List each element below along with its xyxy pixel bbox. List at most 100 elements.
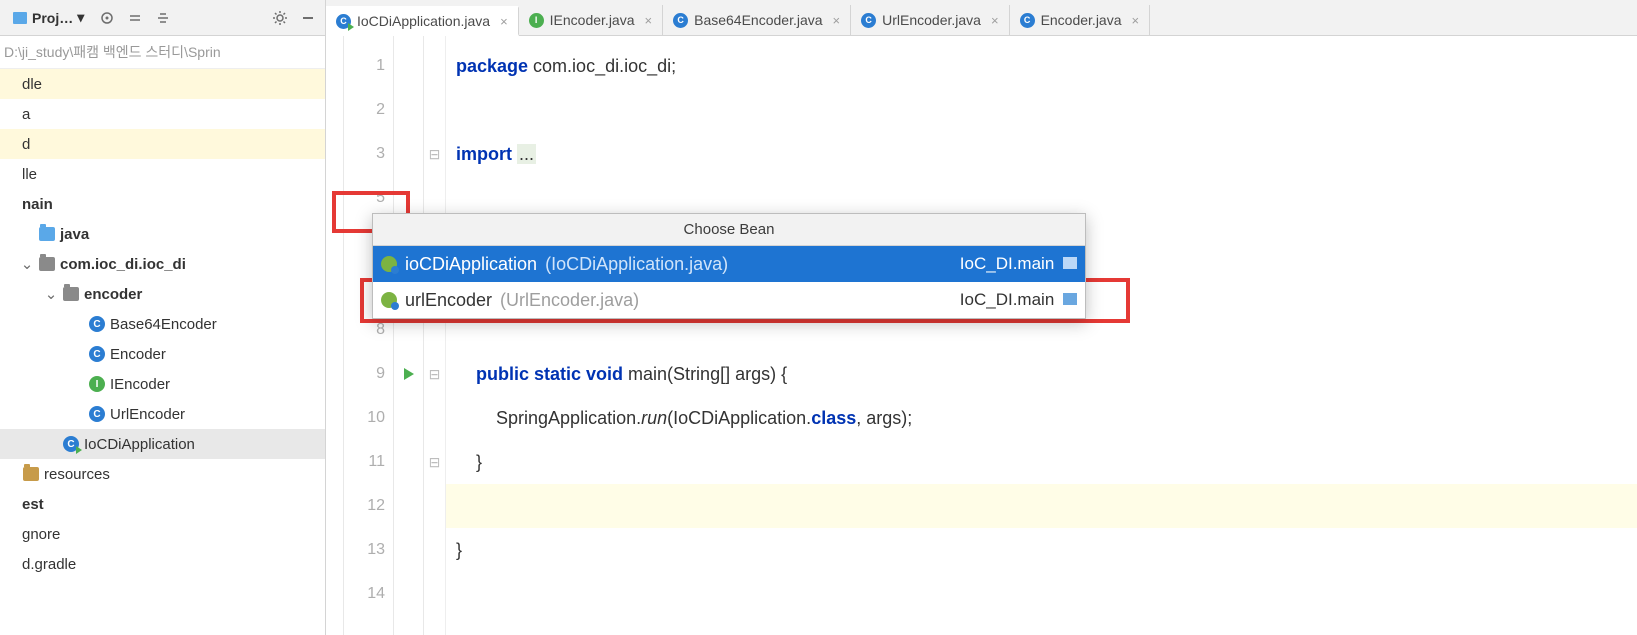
tab-label: Encoder.java xyxy=(1041,12,1122,28)
code-line[interactable]: } xyxy=(446,440,1637,484)
tree-item[interactable]: nain xyxy=(0,189,325,219)
tab-label: UrlEncoder.java xyxy=(882,12,981,28)
tree-item-package[interactable]: ⌄encoder xyxy=(0,279,325,309)
editor-tab-bar: CIoCDiApplication.java×IIEncoder.java×CB… xyxy=(326,0,1637,36)
line-number: 3 xyxy=(344,132,393,176)
tree-item-class[interactable]: CBase64Encoder xyxy=(0,309,325,339)
project-tree[interactable]: dleadllenainjava⌄com.ioc_di.ioc_di⌄encod… xyxy=(0,69,325,635)
tree-item[interactable]: est xyxy=(0,489,325,519)
tree-item[interactable]: d xyxy=(0,129,325,159)
project-tool-window-title[interactable]: Proj… ▾ xyxy=(6,7,90,28)
resources-folder-icon xyxy=(22,465,40,483)
interface-icon: I xyxy=(529,13,544,28)
class-icon: C xyxy=(673,13,688,28)
line-number: 10 xyxy=(344,396,393,440)
tree-item-label: dle xyxy=(22,76,42,93)
bean-name: urlEncoder xyxy=(405,290,492,311)
spring-bean-icon xyxy=(381,292,397,308)
tree-item[interactable]: dle xyxy=(0,69,325,99)
close-icon[interactable]: × xyxy=(833,13,841,28)
editor-tab[interactable]: C Base64Encoder.java × xyxy=(663,5,851,35)
choose-bean-popup: Choose Bean ioCDiApplication (IoCDiAppli… xyxy=(372,213,1086,319)
tree-item[interactable]: java xyxy=(0,219,325,249)
bean-file: (IoCDiApplication.java) xyxy=(545,254,728,275)
tab-label: Base64Encoder.java xyxy=(694,12,822,28)
close-icon[interactable]: × xyxy=(1132,13,1140,28)
editor-tab[interactable]: I IEncoder.java × xyxy=(519,5,663,35)
interface-icon: I xyxy=(88,375,106,393)
fold-gutter[interactable]: ⊟ ⊟ ⊟ xyxy=(424,36,446,635)
tree-item-label: d.gradle xyxy=(22,556,76,573)
close-icon[interactable]: × xyxy=(991,13,999,28)
hide-icon[interactable] xyxy=(297,7,319,29)
tree-item-label: Encoder xyxy=(110,346,166,363)
fold-end-icon: ⊟ xyxy=(429,454,441,471)
code-line[interactable] xyxy=(446,88,1637,132)
locate-icon[interactable] xyxy=(96,7,118,29)
tree-twisty-icon[interactable]: ⌄ xyxy=(44,285,58,303)
run-gutter-icon[interactable] xyxy=(404,368,414,380)
bean-package: IoC_DI.main xyxy=(960,254,1077,274)
close-icon[interactable]: × xyxy=(645,13,653,28)
code-line[interactable]: SpringApplication.run(IoCDiApplication.c… xyxy=(446,396,1637,440)
tree-item-label: Base64Encoder xyxy=(110,316,217,333)
package-icon xyxy=(38,255,56,273)
tree-item-label: resources xyxy=(44,466,110,483)
dropdown-chevron-icon: ▾ xyxy=(77,9,84,26)
tree-item-label: IEncoder xyxy=(110,376,170,393)
tab-label: IEncoder.java xyxy=(550,12,635,28)
tree-item-label: IoCDiApplication xyxy=(84,436,195,453)
tree-item-interface[interactable]: IIEncoder xyxy=(0,369,325,399)
tree-item[interactable]: resources xyxy=(0,459,325,489)
tab-label: IoCDiApplication.java xyxy=(357,13,490,29)
tree-item-label: a xyxy=(22,106,30,123)
editor-tab[interactable]: CIoCDiApplication.java× xyxy=(326,6,519,36)
gutter-strip xyxy=(326,36,344,635)
tree-item[interactable]: a xyxy=(0,99,325,129)
bean-option[interactable]: ioCDiApplication (IoCDiApplication.java)… xyxy=(373,246,1085,282)
gear-icon[interactable] xyxy=(269,7,291,29)
code-line[interactable]: import ... xyxy=(446,132,1637,176)
editor-tab[interactable]: CUrlEncoder.java× xyxy=(851,5,1009,35)
line-number: 12 xyxy=(344,484,393,528)
bean-name: ioCDiApplication xyxy=(405,254,537,275)
tree-item-class[interactable]: CEncoder xyxy=(0,339,325,369)
code-line[interactable]: public static void main(String[] args) { xyxy=(446,352,1637,396)
fold-icon[interactable]: ⊟ xyxy=(429,366,441,383)
spring-bean-icon xyxy=(381,256,397,272)
tree-item-label: nain xyxy=(22,196,53,213)
tree-item-class[interactable]: CUrlEncoder xyxy=(0,399,325,429)
close-icon[interactable]: × xyxy=(500,14,508,29)
tree-item-package[interactable]: ⌄ com.ioc_di.ioc_di xyxy=(0,249,325,279)
project-sidebar: Proj… ▾ D:\ji_study\패캠 백엔드 스터디\Sprin dle… xyxy=(0,0,326,635)
tree-item-label: UrlEncoder xyxy=(110,406,185,423)
collapse-all-icon[interactable] xyxy=(152,7,174,29)
line-number-gutter: 123567891011121314 xyxy=(344,36,394,635)
code-line[interactable]: } xyxy=(446,528,1637,572)
editor-tab[interactable]: C Encoder.java × xyxy=(1010,5,1151,35)
tree-twisty-icon[interactable]: ⌄ xyxy=(20,255,34,273)
code-line[interactable] xyxy=(446,572,1637,616)
tree-item-label: d xyxy=(22,136,30,153)
code-line[interactable]: package com.ioc_di.ioc_di; xyxy=(446,44,1637,88)
fold-icon[interactable]: ⊟ xyxy=(429,146,441,163)
line-number: 9 xyxy=(344,352,393,396)
project-icon xyxy=(12,10,28,26)
line-number: 2 xyxy=(344,88,393,132)
tree-item-label: com.ioc_di.ioc_di xyxy=(60,256,186,273)
tree-item[interactable]: d.gradle xyxy=(0,549,325,579)
tree-item[interactable]: gnore xyxy=(0,519,325,549)
class-icon: C xyxy=(1020,13,1035,28)
bean-option[interactable]: urlEncoder (UrlEncoder.java)IoC_DI.main xyxy=(373,282,1085,318)
line-number: 11 xyxy=(344,440,393,484)
tree-item[interactable]: lle xyxy=(0,159,325,189)
tree-item-main-class[interactable]: CIoCDiApplication xyxy=(0,429,325,459)
project-path-breadcrumb: D:\ji_study\패캠 백엔드 스터디\Sprin xyxy=(0,36,325,69)
run-gutter[interactable] xyxy=(394,36,424,635)
expand-all-icon[interactable] xyxy=(124,7,146,29)
package-icon xyxy=(1063,293,1077,305)
code-editor[interactable]: package com.ioc_di.ioc_di;import ... pub… xyxy=(446,36,1637,635)
class-icon: C xyxy=(88,345,106,363)
popup-title: Choose Bean xyxy=(373,214,1085,246)
code-line[interactable] xyxy=(446,484,1637,528)
